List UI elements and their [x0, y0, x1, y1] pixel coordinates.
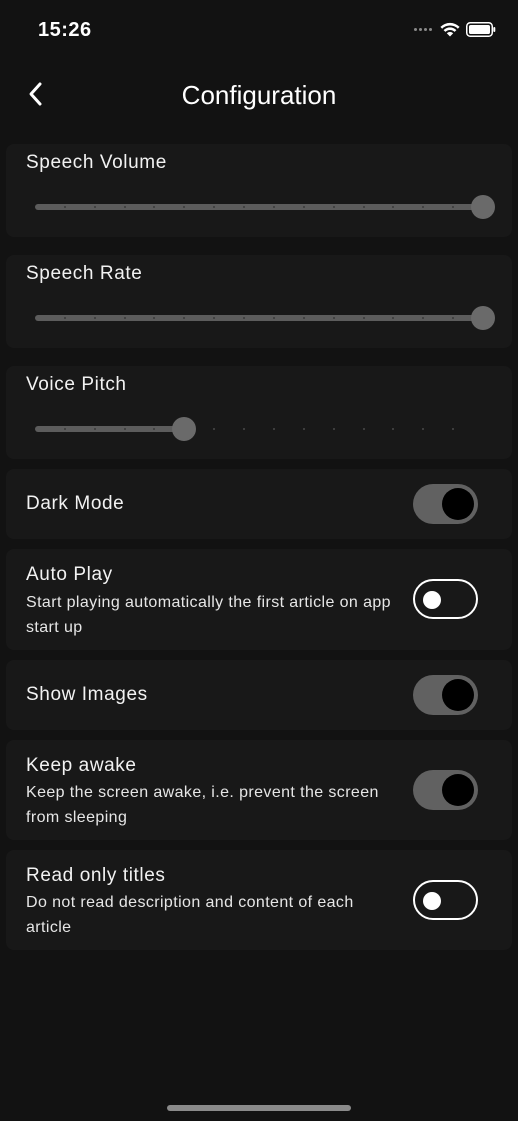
- page-title: Configuration: [181, 80, 337, 110]
- voice-pitch-slider[interactable]: [35, 414, 483, 444]
- show-images-toggle[interactable]: [413, 675, 478, 715]
- slider-tick: [63, 317, 66, 319]
- keep-awake-row: Keep awake Keep the screen awake, i.e. p…: [6, 740, 512, 840]
- slider-tick: [272, 428, 275, 430]
- slider-tick: [93, 206, 96, 208]
- speech-rate-label: Speech Rate: [26, 263, 143, 284]
- show-images-label: Show Images: [26, 684, 148, 705]
- home-indicator[interactable]: [167, 1105, 351, 1111]
- slider-active-track: [35, 426, 185, 432]
- slider-thumb[interactable]: [471, 195, 495, 219]
- dark-mode-label: Dark Mode: [26, 493, 125, 514]
- slider-tick: [332, 428, 335, 430]
- dark-mode-toggle[interactable]: [413, 484, 478, 524]
- toggle-knob: [423, 591, 441, 609]
- auto-play-description: Start playing automatically the first ar…: [26, 594, 391, 636]
- slider-tick: [93, 428, 96, 430]
- keep-awake-toggle[interactable]: [413, 770, 478, 810]
- voice-pitch-label: Voice Pitch: [26, 374, 127, 395]
- speech-volume-card: Speech Volume: [6, 144, 512, 237]
- slider-tick: [272, 317, 275, 319]
- wifi-icon: [440, 22, 460, 37]
- read-only-titles-description: Do not read description and content of e…: [26, 894, 354, 936]
- slider-tick: [63, 206, 66, 208]
- auto-play-toggle[interactable]: [413, 579, 478, 619]
- slider-tick: [362, 317, 365, 319]
- toggle-knob: [423, 892, 441, 910]
- auto-play-row: Auto Play Start playing automatically th…: [6, 549, 512, 650]
- slider-tick: [302, 206, 305, 208]
- read-only-titles-label: Read only titles: [26, 865, 166, 886]
- slider-tick: [332, 317, 335, 319]
- slider-thumb[interactable]: [172, 417, 197, 441]
- slider-tick: [272, 206, 275, 208]
- slider-tick: [362, 206, 365, 208]
- slider-active-track: [35, 315, 483, 321]
- slider-tick: [123, 206, 126, 208]
- dark-mode-row: Dark Mode: [6, 469, 512, 539]
- toggle-knob: [442, 679, 474, 711]
- slider-tick: [93, 317, 96, 319]
- read-only-titles-toggle[interactable]: [413, 880, 478, 920]
- speech-rate-slider[interactable]: [35, 303, 495, 333]
- slider-tick: [332, 206, 335, 208]
- speech-volume-slider[interactable]: [35, 192, 495, 222]
- read-only-titles-row: Read only titles Do not read description…: [6, 850, 512, 950]
- battery-icon: [466, 22, 496, 37]
- header: Configuration: [0, 66, 518, 126]
- speech-volume-label: Speech Volume: [26, 152, 167, 173]
- toggle-knob: [442, 774, 474, 806]
- toggle-knob: [442, 488, 474, 520]
- status-icons: [414, 22, 496, 37]
- slider-tick: [302, 428, 305, 430]
- slider-tick: [123, 428, 126, 430]
- keep-awake-label: Keep awake: [26, 755, 137, 776]
- slider-tick: [362, 428, 365, 430]
- slider-tick: [302, 317, 305, 319]
- status-bar: 15:26: [0, 0, 518, 62]
- speech-rate-card: Speech Rate: [6, 255, 512, 348]
- slider-tick: [63, 428, 66, 430]
- status-time: 15:26: [38, 19, 92, 41]
- slider-tick: [123, 317, 126, 319]
- show-images-row: Show Images: [6, 660, 512, 730]
- keep-awake-description: Keep the screen awake, i.e. prevent the …: [26, 784, 379, 826]
- slider-thumb[interactable]: [471, 306, 495, 330]
- voice-pitch-card: Voice Pitch: [6, 366, 512, 459]
- auto-play-label: Auto Play: [26, 564, 113, 585]
- signal-dots-icon: [414, 28, 432, 31]
- slider-active-track: [35, 204, 483, 210]
